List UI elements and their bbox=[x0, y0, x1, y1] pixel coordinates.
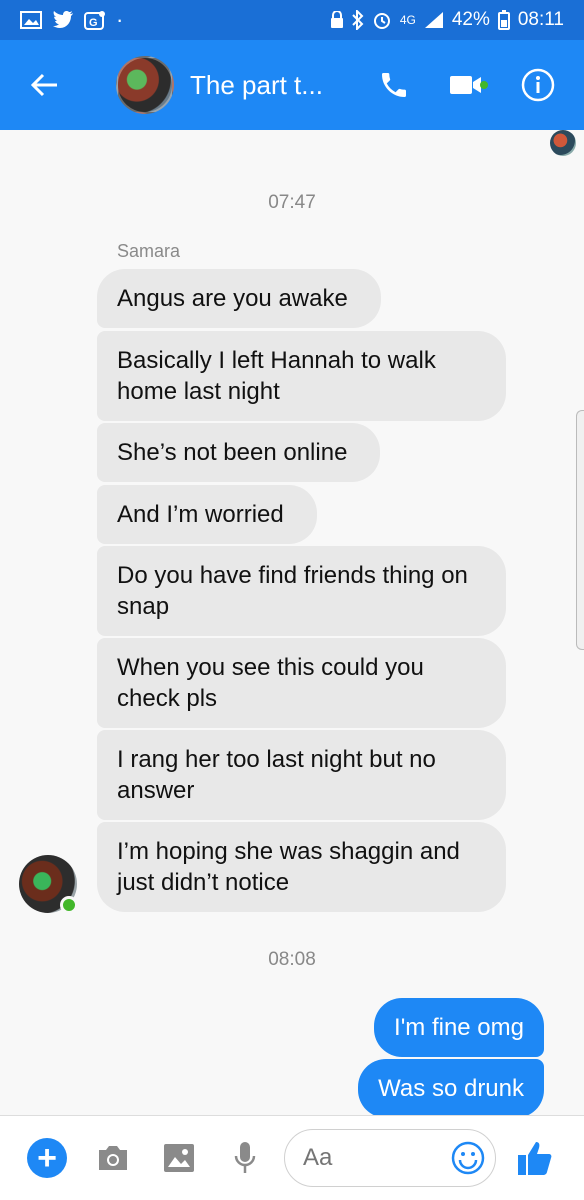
twitter-icon bbox=[53, 11, 73, 28]
status-notifications: G · bbox=[20, 7, 123, 33]
info-icon bbox=[521, 68, 555, 102]
message-composer[interactable] bbox=[284, 1129, 496, 1187]
outgoing-message[interactable]: Was so drunk bbox=[358, 1059, 544, 1118]
microphone-icon bbox=[234, 1142, 256, 1173]
composer-bar: + bbox=[0, 1115, 584, 1200]
like-button[interactable] bbox=[500, 1116, 570, 1200]
video-camera-icon bbox=[450, 76, 481, 94]
alarm-icon bbox=[373, 13, 390, 29]
voice-button[interactable] bbox=[212, 1116, 278, 1200]
clock: 08:11 bbox=[517, 9, 564, 30]
camera-icon bbox=[99, 1146, 127, 1170]
bluetooth-icon bbox=[352, 10, 364, 30]
emoji-icon[interactable] bbox=[451, 1141, 485, 1175]
message-input[interactable] bbox=[303, 1144, 443, 1172]
incoming-message[interactable]: She’s not been online bbox=[97, 423, 380, 482]
video-call-button[interactable] bbox=[436, 40, 496, 130]
thumbs-up-icon bbox=[518, 1142, 552, 1175]
incoming-message[interactable]: Angus are you awake bbox=[97, 269, 381, 328]
signal-icon bbox=[424, 12, 443, 28]
status-system: 4G 42% 08:11 bbox=[330, 9, 564, 31]
back-arrow-icon bbox=[31, 73, 57, 97]
incoming-message[interactable]: Basically I left Hannah to walk home las… bbox=[97, 331, 506, 421]
lock-icon bbox=[330, 11, 343, 28]
phone-icon bbox=[382, 73, 406, 97]
incoming-message[interactable]: And I’m worried bbox=[97, 485, 317, 544]
gallery-notification-icon bbox=[20, 11, 42, 29]
outgoing-message[interactable]: I'm fine omg bbox=[374, 998, 544, 1057]
active-dot bbox=[480, 81, 488, 89]
conversation-title[interactable]: The part t... bbox=[190, 70, 350, 101]
incoming-message[interactable]: Do you have find friends thing on snap bbox=[97, 546, 506, 636]
svg-text:G: G bbox=[89, 17, 98, 29]
battery-percent: 42% bbox=[451, 9, 490, 30]
timestamp: 07:47 bbox=[268, 192, 316, 213]
scroll-handle[interactable] bbox=[576, 410, 584, 650]
battery-icon bbox=[497, 10, 510, 30]
gallery-button[interactable] bbox=[146, 1116, 212, 1200]
sender-name: Samara bbox=[117, 241, 181, 261]
network-type: 4G bbox=[399, 13, 416, 27]
camera-button[interactable] bbox=[80, 1116, 146, 1200]
plus-icon: + bbox=[27, 1138, 67, 1178]
seen-indicator-avatar bbox=[550, 130, 576, 156]
image-icon bbox=[164, 1144, 194, 1172]
incoming-message[interactable]: I rang her too last night but no answer bbox=[97, 730, 506, 820]
back-button[interactable] bbox=[10, 40, 80, 130]
online-status-dot bbox=[60, 896, 78, 914]
status-bar: G · 4G 42% 08:11 bbox=[0, 0, 584, 40]
info-button[interactable] bbox=[508, 40, 568, 130]
add-button[interactable]: + bbox=[14, 1116, 80, 1200]
incoming-message[interactable]: I’m hoping she was shaggin and just didn… bbox=[97, 822, 506, 912]
incoming-message[interactable]: When you see this could you check pls bbox=[97, 638, 506, 728]
message-list[interactable]: 07:47 Samara Angus are you awake Basical… bbox=[0, 130, 584, 1118]
more-notifications-dot: · bbox=[116, 7, 124, 32]
timestamp: 08:08 bbox=[268, 949, 316, 970]
call-button[interactable] bbox=[364, 40, 424, 130]
conversation-header: The part t... bbox=[0, 40, 584, 130]
group-avatar[interactable] bbox=[116, 56, 174, 114]
notification-app-icon: G bbox=[84, 11, 105, 30]
